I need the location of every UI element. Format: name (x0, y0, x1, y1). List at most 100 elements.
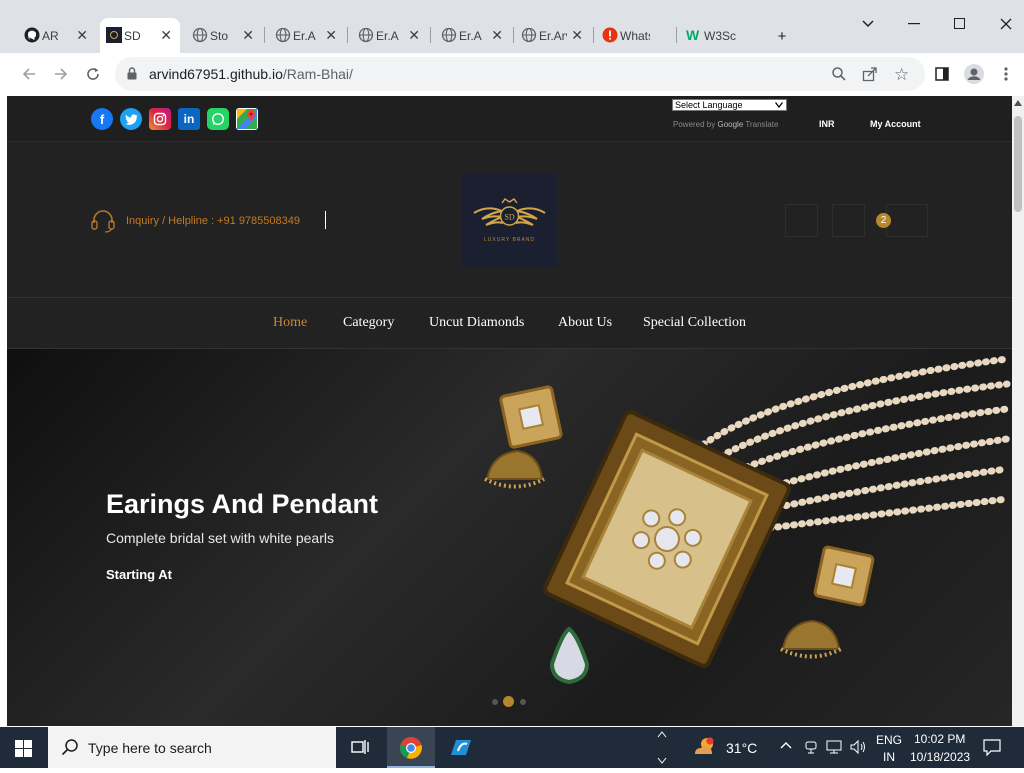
logo-text: LUXURY BRAND (484, 237, 535, 243)
svg-text:W: W (686, 27, 700, 43)
globe-icon (275, 27, 291, 43)
input-language-top[interactable]: ENG (876, 733, 902, 747)
browser-toolbar: arvind67951.github.io/Ram-Bhai/ ☆ (0, 53, 1024, 96)
lock-icon[interactable] (127, 67, 137, 85)
minimize-button[interactable] (900, 10, 928, 38)
browser-tab[interactable]: Sto ✕ (186, 18, 262, 53)
meet-now-icon[interactable] (804, 739, 818, 758)
weather-icon[interactable] (692, 736, 718, 763)
clock-date[interactable]: 10/18/2023 (910, 750, 970, 764)
side-panel-icon[interactable] (930, 62, 954, 86)
site-top-bar: f in Select Language Powered by Google T… (7, 96, 1012, 142)
close-tab-icon[interactable]: ✕ (408, 27, 420, 43)
language-select-value: Select Language (675, 100, 743, 110)
windows-start-icon[interactable] (15, 740, 32, 762)
back-button[interactable] (17, 62, 41, 86)
zoom-icon[interactable] (831, 66, 847, 87)
share-icon[interactable] (862, 66, 878, 87)
reload-button[interactable] (81, 62, 105, 86)
browser-tab[interactable]: SD ✕ (100, 18, 180, 53)
bookmark-star-icon[interactable]: ☆ (894, 65, 909, 85)
hero-slider[interactable]: Earings And Pendant Complete bridal set … (7, 349, 1012, 726)
instagram-icon[interactable] (149, 108, 171, 130)
url-host: arvind67951.github.io (149, 66, 283, 82)
close-tab-icon[interactable]: ✕ (491, 27, 503, 43)
maximize-button[interactable] (946, 10, 974, 38)
chrome-taskbar-icon[interactable] (387, 727, 435, 768)
tab-title: Er.Arvin (539, 28, 567, 43)
slider-dot[interactable] (492, 699, 498, 705)
app-taskbar-icon[interactable] (447, 737, 473, 762)
linkedin-icon[interactable]: in (178, 108, 200, 130)
browser-tab[interactable]: Er.Arvin ✕ (515, 18, 591, 53)
site-header: Inquiry / Helpline : +91 9785508349 SD L… (7, 143, 1012, 298)
url-text[interactable]: arvind67951.github.io/Ram-Bhai/ (149, 66, 353, 82)
close-tab-icon[interactable]: ✕ (325, 27, 337, 43)
browser-tab[interactable]: W W3Scho (680, 18, 760, 53)
nav-special-collection[interactable]: Special Collection (643, 315, 746, 331)
taskbar-search-box[interactable]: Type here to search (48, 727, 336, 768)
slider-dot-active[interactable] (503, 696, 514, 707)
show-hidden-icons-icon[interactable] (780, 739, 792, 756)
twitter-icon[interactable] (120, 108, 142, 130)
browser-tab[interactable]: Er.A ✕ (435, 18, 511, 53)
task-view-icon[interactable] (351, 739, 369, 760)
globe-icon (358, 27, 374, 43)
text-cursor (325, 211, 326, 229)
address-bar[interactable]: arvind67951.github.io/Ram-Bhai/ ☆ (115, 57, 925, 91)
github-icon (24, 27, 40, 43)
input-language-bottom[interactable]: IN (883, 750, 895, 764)
search-icon (61, 739, 78, 756)
nav-about-us[interactable]: About Us (558, 315, 612, 331)
tab-title: Sto (210, 28, 229, 43)
web-page: f in Select Language Powered by Google T… (7, 96, 1012, 726)
wishlist-icon[interactable] (832, 204, 865, 237)
close-tab-icon[interactable]: ✕ (76, 27, 88, 43)
page-scrollbar[interactable] (1012, 96, 1024, 726)
close-tab-icon[interactable]: ✕ (571, 27, 583, 43)
tab-title: Er.A (459, 28, 482, 43)
helpline-text[interactable]: Inquiry / Helpline : +91 9785508349 (126, 215, 300, 227)
new-tab-button[interactable]: + (768, 22, 796, 50)
currency-link[interactable]: INR (819, 119, 835, 129)
facebook-icon[interactable]: f (91, 108, 113, 130)
close-tab-icon[interactable]: ✕ (160, 27, 172, 43)
windows-taskbar: Type here to search 31°C ENG IN 10:02 PM… (0, 727, 1024, 768)
translate-link[interactable]: Translate (745, 120, 778, 129)
tab-separator (347, 27, 348, 43)
whatsapp-icon[interactable] (207, 108, 229, 130)
profile-avatar-icon[interactable] (962, 62, 986, 86)
browser-tab[interactable]: WhatsA (596, 18, 674, 53)
tab-title: W3Scho (704, 28, 736, 43)
maps-icon[interactable] (236, 108, 258, 130)
tab-search-chevron-icon[interactable] (854, 10, 882, 38)
notifications-icon[interactable] (983, 739, 1001, 759)
close-tab-icon[interactable]: ✕ (242, 27, 254, 43)
nav-category[interactable]: Category (343, 315, 394, 331)
network-icon[interactable] (826, 739, 844, 758)
clock-time[interactable]: 10:02 PM (914, 732, 965, 746)
nav-uncut-diamonds[interactable]: Uncut Diamonds (429, 315, 524, 331)
tab-title: Er.A (293, 28, 316, 43)
brand-logo[interactable]: SD LUXURY BRAND (462, 173, 557, 268)
forward-button[interactable] (49, 62, 73, 86)
slider-dot[interactable] (520, 699, 526, 705)
language-select[interactable]: Select Language (672, 99, 787, 111)
chrome-menu-icon[interactable] (994, 62, 1018, 86)
browser-tab[interactable]: Er.A ✕ (352, 18, 428, 53)
scrollbar-thumb[interactable] (1014, 116, 1022, 212)
browser-tab-strip: AR ✕ SD ✕ Sto ✕ Er.A ✕ Er.A ✕ Er.A ✕ Er.Arvin ✕ WhatsA… (0, 0, 1024, 53)
browser-tab[interactable]: AR ✕ (18, 18, 96, 53)
browser-tab[interactable]: Er.A ✕ (269, 18, 345, 53)
weather-temperature[interactable]: 31°C (726, 740, 757, 756)
my-account-link[interactable]: My Account (870, 119, 921, 129)
tab-separator (593, 27, 594, 43)
search-icon[interactable] (785, 204, 818, 237)
nav-home[interactable]: Home (273, 315, 307, 331)
tab-title: WhatsA (620, 28, 650, 43)
cart-icon[interactable] (886, 204, 928, 237)
scroll-control-icon[interactable] (655, 727, 669, 768)
close-window-button[interactable] (992, 10, 1020, 38)
volume-icon[interactable] (849, 739, 867, 758)
url-path: /Ram-Bhai/ (282, 66, 353, 82)
